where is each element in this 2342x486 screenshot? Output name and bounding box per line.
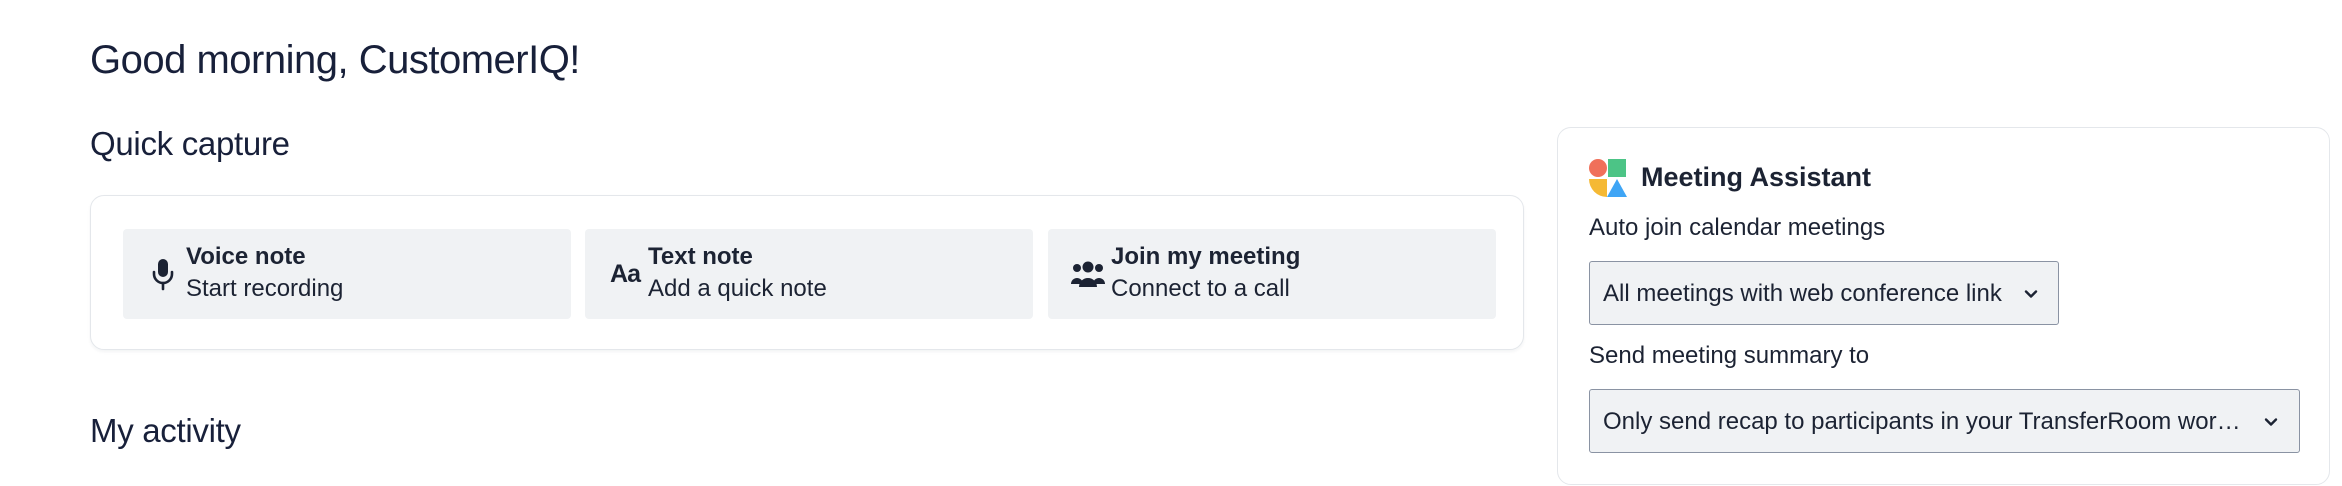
voice-note-subtitle: Start recording [186,275,344,302]
voice-note-title: Voice note [186,243,306,270]
summary-label: Send meeting summary to [1589,342,1870,369]
home-page: Good morning, CustomerIQ! Quick capture … [0,0,2342,486]
auto-join-label: Auto join calendar meetings [1589,214,1886,241]
chevron-down-icon [2022,285,2040,303]
meeting-assistant-title: Meeting Assistant [1641,162,1872,192]
text-aa-icon: Aa [607,256,643,292]
text-note-subtitle: Add a quick note [648,275,827,302]
greeting-heading: Good morning, CustomerIQ! [90,38,580,82]
summary-value: Only send recap to participants in your … [1603,408,2243,435]
auto-join-value: All meetings with web conference link [1603,280,2002,307]
people-group-icon [1070,256,1106,292]
join-meeting-subtitle: Connect to a call [1111,275,1290,302]
voice-note-button[interactable]: Voice note Start recording [123,229,571,319]
quick-capture-card: Voice note Start recording Aa Text note … [90,195,1524,350]
my-activity-heading: My activity [90,412,241,449]
chevron-down-icon [2262,413,2280,431]
meeting-assistant-logo [1588,158,1628,198]
text-note-button[interactable]: Aa Text note Add a quick note [585,229,1033,319]
summary-select[interactable]: Only send recap to participants in your … [1589,389,2300,453]
auto-join-select[interactable]: All meetings with web conference link [1589,261,2059,325]
text-note-title: Text note [648,243,753,270]
meeting-assistant-card: Meeting Assistant Auto join calendar mee… [1557,127,2330,485]
join-meeting-title: Join my meeting [1111,243,1301,270]
quick-capture-heading: Quick capture [90,125,290,162]
microphone-icon [145,256,181,292]
join-meeting-button[interactable]: Join my meeting Connect to a call [1048,229,1496,319]
text-aa-glyph: Aa [610,259,641,288]
